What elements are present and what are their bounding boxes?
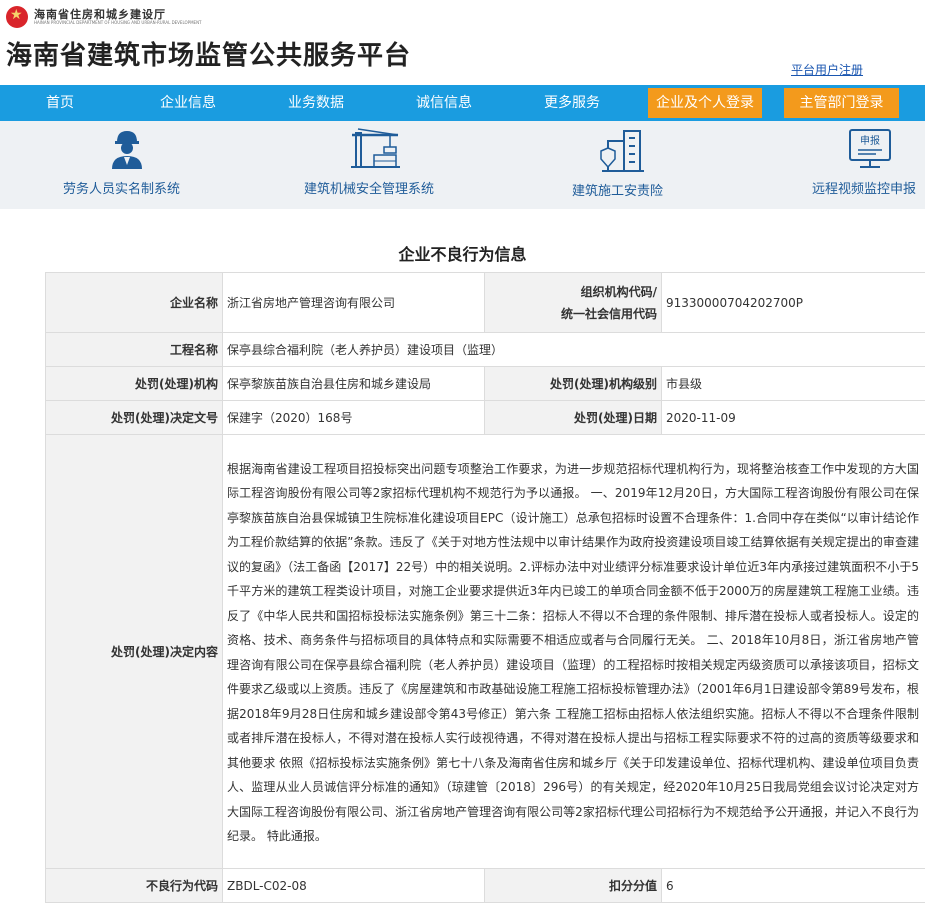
decision-date-label: 处罚(处理)日期 bbox=[485, 401, 662, 435]
systems-strip: 劳务人员实名制系统 建筑机械安全管理系统 建筑施工安责险 bbox=[0, 121, 925, 209]
system-construction-insurance[interactable]: 建筑施工安责险 bbox=[570, 121, 690, 209]
nav-business-data[interactable]: 业务数据 bbox=[288, 85, 344, 121]
system-label: 远程视频监控申报 bbox=[812, 178, 916, 197]
bad-behavior-table: 企业名称 浙江省房地产管理咨询有限公司 组织机构代码/统一社会信用代码 9133… bbox=[45, 272, 925, 903]
site-title: 海南省建筑市场监管公共服务平台 bbox=[6, 35, 411, 72]
monitor-report-icon: 申报 bbox=[846, 126, 894, 170]
decision-content-label: 处罚(处理)决定内容 bbox=[46, 435, 223, 869]
worker-icon bbox=[107, 128, 147, 170]
department-name-en: HAINAN PROVINCIAL DEPARTMENT OF HOUSING … bbox=[34, 20, 202, 25]
system-label: 劳务人员实名制系统 bbox=[63, 178, 180, 197]
decision-number-label: 处罚(处理)决定文号 bbox=[46, 401, 223, 435]
project-label: 工程名称 bbox=[46, 333, 223, 367]
org-code-label: 组织机构代码/统一社会信用代码 bbox=[485, 273, 662, 333]
decision-content-value: 根据海南省建设工程项目招投标突出问题专项整治工作要求，为进一步规范招标代理机构行… bbox=[223, 435, 925, 869]
decision-number-value: 保建字（2020）168号 bbox=[223, 401, 485, 435]
table-row: 不良行为代码 ZBDL-C02-08 扣分分值 6 bbox=[46, 869, 925, 903]
project-value: 保亭县综合福利院（老人养护员）建设项目（监理） bbox=[223, 333, 925, 367]
behavior-code-value: ZBDL-C02-08 bbox=[223, 869, 485, 903]
admin-login-button[interactable]: 主管部门登录 bbox=[784, 88, 899, 118]
deduction-score-label: 扣分分值 bbox=[485, 869, 662, 903]
org-code-label-line1: 组织机构代码/ bbox=[581, 285, 657, 299]
authority-value: 保亭黎族苗族自治县住房和城乡建设局 bbox=[223, 367, 485, 401]
page-title: 企业不良行为信息 bbox=[0, 241, 925, 265]
company-name-value: 浙江省房地产管理咨询有限公司 bbox=[223, 273, 485, 333]
crane-icon bbox=[350, 127, 402, 169]
deduction-score-value: 6 bbox=[662, 869, 925, 903]
system-labor-realname[interactable]: 劳务人员实名制系统 bbox=[60, 121, 200, 209]
nav-more-services[interactable]: 更多服务 bbox=[544, 85, 600, 121]
decision-date-value: 2020-11-09 bbox=[662, 401, 925, 435]
authority-level-label: 处罚(处理)机构级别 bbox=[485, 367, 662, 401]
building-insurance-icon bbox=[600, 127, 646, 173]
main-nav: 首页 企业信息 业务数据 诚信信息 更多服务 企业及个人登录 主管部门登录 bbox=[0, 85, 925, 121]
system-label: 建筑施工安责险 bbox=[572, 180, 663, 199]
register-link[interactable]: 平台用户注册 bbox=[791, 61, 863, 78]
emblem-icon bbox=[6, 6, 28, 28]
authority-level-value: 市县级 bbox=[662, 367, 925, 401]
org-code-value: 91330000704202700P bbox=[662, 273, 925, 333]
nav-company-info[interactable]: 企业信息 bbox=[160, 85, 216, 121]
table-row: 工程名称 保亭县综合福利院（老人养护员）建设项目（监理） bbox=[46, 333, 925, 367]
nav-home[interactable]: 首页 bbox=[46, 85, 74, 121]
company-name-label: 企业名称 bbox=[46, 273, 223, 333]
org-code-label-line2: 统一社会信用代码 bbox=[561, 307, 657, 321]
system-machinery-safety[interactable]: 建筑机械安全管理系统 bbox=[300, 121, 450, 209]
company-login-button[interactable]: 企业及个人登录 bbox=[648, 88, 762, 118]
table-row: 企业名称 浙江省房地产管理咨询有限公司 组织机构代码/统一社会信用代码 9133… bbox=[46, 273, 925, 333]
system-label: 建筑机械安全管理系统 bbox=[304, 178, 434, 197]
system-video-monitor-report[interactable]: 申报 远程视频监控申报 bbox=[810, 121, 925, 209]
svg-text:申报: 申报 bbox=[860, 134, 880, 147]
table-row: 处罚(处理)决定文号 保建字（2020）168号 处罚(处理)日期 2020-1… bbox=[46, 401, 925, 435]
table-row: 处罚(处理)机构 保亭黎族苗族自治县住房和城乡建设局 处罚(处理)机构级别 市县… bbox=[46, 367, 925, 401]
behavior-code-label: 不良行为代码 bbox=[46, 869, 223, 903]
authority-label: 处罚(处理)机构 bbox=[46, 367, 223, 401]
site-header: 海南省住房和城乡建设厅 HAINAN PROVINCIAL DEPARTMENT… bbox=[0, 0, 925, 85]
nav-credit-info[interactable]: 诚信信息 bbox=[416, 85, 472, 121]
table-row: 处罚(处理)决定内容 根据海南省建设工程项目招投标突出问题专项整治工作要求，为进… bbox=[46, 435, 925, 869]
